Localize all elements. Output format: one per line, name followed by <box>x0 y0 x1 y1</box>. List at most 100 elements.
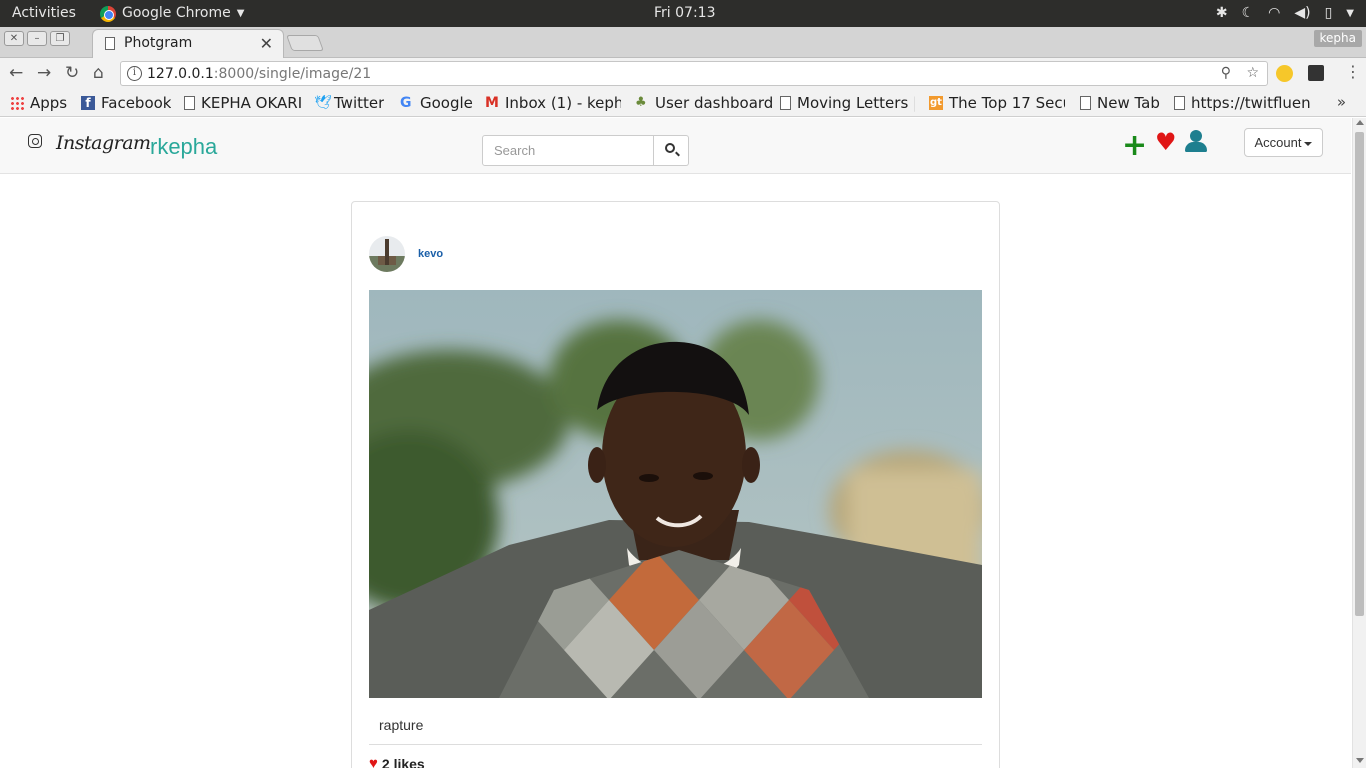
bookmark-label: Twitter <box>334 94 385 112</box>
likes-heart-icon[interactable]: ♥ <box>1155 128 1177 156</box>
bookmark-label: Facebook <box>101 94 172 112</box>
site-username[interactable]: rkepha <box>150 134 217 160</box>
gt-icon: gt <box>929 96 943 110</box>
chevron-down-icon: ▼ <box>236 8 245 19</box>
account-dropdown-button[interactable]: Account <box>1244 128 1323 157</box>
bookmark-twitfluence[interactable]: https://twitfluen <box>1174 94 1312 112</box>
bookmark-top-17[interactable]: gt The Top 17 Secur <box>929 94 1065 112</box>
volume-icon[interactable]: ◀) <box>1294 0 1310 27</box>
scroll-down-arrow-icon[interactable] <box>1356 758 1364 763</box>
home-icon[interactable]: ⌂ <box>93 63 104 83</box>
night-mode-moon-icon[interactable]: ☾ <box>1242 0 1255 27</box>
apps-grid-icon <box>10 96 24 110</box>
chrome-menu-icon[interactable]: ⋮ <box>1345 62 1361 81</box>
bookmark-label: Moving Letters | <box>797 94 915 112</box>
bookmarks-overflow-icon[interactable]: » <box>1337 93 1346 111</box>
avatar[interactable] <box>369 236 405 272</box>
forward-arrow-icon[interactable]: → <box>37 63 51 83</box>
battery-icon[interactable]: ▯ <box>1325 0 1333 27</box>
reload-icon[interactable]: ↻ <box>65 63 79 83</box>
bookmark-label: Inbox (1) - kepha <box>505 94 621 112</box>
gmail-icon: M <box>485 95 499 111</box>
bookmark-kepha-okari[interactable]: KEPHA OKARI <box>184 94 302 112</box>
page-icon <box>1080 96 1091 110</box>
search-button[interactable] <box>654 135 689 166</box>
window-close-icon[interactable]: ✕ <box>4 31 24 46</box>
page-icon <box>1174 96 1185 110</box>
browser-toolbar: ← → ↻ ⌂ i 127.0.0.1:8000/single/image/21… <box>0 58 1366 89</box>
window-controls: ✕ – ❐ <box>4 31 70 46</box>
bookmark-facebook[interactable]: f Facebook <box>81 94 171 112</box>
post-caption: rapture <box>379 717 424 733</box>
bookmark-label: The Top 17 Secur <box>949 94 1065 112</box>
page-icon <box>105 37 115 50</box>
window-restore-icon[interactable]: ❐ <box>50 31 70 46</box>
power-menu-chevron-icon[interactable]: ▼ <box>1346 0 1354 27</box>
bookmark-label: Google <box>420 94 473 112</box>
bookmark-new-tab[interactable]: New Tab <box>1080 94 1160 112</box>
bookmark-moving-letters[interactable]: Moving Letters | <box>780 94 915 112</box>
bookmark-inbox[interactable]: M Inbox (1) - kepha <box>485 94 621 112</box>
window-minimize-icon[interactable]: – <box>27 31 47 46</box>
chrome-icon <box>100 5 116 22</box>
url-text[interactable]: 127.0.0.1:8000/single/image/21 <box>147 66 371 82</box>
tab-title: Photgram <box>124 35 193 51</box>
wifi-icon[interactable]: ◠ <box>1268 0 1280 27</box>
search-icon <box>665 143 675 153</box>
bookmark-star-icon[interactable]: ☆ <box>1246 65 1259 81</box>
url-host: 127.0.0.1 <box>147 66 214 82</box>
search-form <box>482 135 689 166</box>
system-top-bar: Activities Google Chrome ▼ Fri 07:13 ✱ ☾… <box>0 0 1366 27</box>
bookmark-twitter[interactable]: 🕊 Twitter <box>314 94 384 112</box>
bookmark-apps[interactable]: Apps <box>10 94 67 112</box>
bookmark-label: New Tab <box>1097 94 1160 112</box>
account-label: Account <box>1254 135 1302 150</box>
address-bar[interactable]: i 127.0.0.1:8000/single/image/21 ⚲ ☆ <box>120 61 1268 86</box>
post-image[interactable] <box>369 290 982 698</box>
instagram-wordmark[interactable]: Instagram <box>56 132 151 154</box>
back-arrow-icon[interactable]: ← <box>9 63 23 83</box>
film-extension-icon[interactable] <box>1308 65 1324 81</box>
caret-down-icon <box>1304 141 1313 146</box>
instagram-glyph-icon[interactable] <box>28 134 42 148</box>
bookmark-google[interactable]: G Google <box>400 94 473 112</box>
system-tray[interactable]: ✱ ☾ ◠ ◀) ▯ ▼ <box>1216 0 1354 27</box>
tab-close-icon[interactable]: ✕ <box>260 34 273 53</box>
app-menu-label: Google Chrome <box>122 5 231 21</box>
post-author-link[interactable]: kevo <box>418 248 443 260</box>
site-navbar: Instagram rkepha + ♥ Account <box>0 118 1351 174</box>
profile-user-icon[interactable] <box>1184 130 1208 154</box>
new-tab-button[interactable] <box>286 35 324 51</box>
app-menu[interactable]: Google Chrome ▼ <box>100 0 244 27</box>
page-icon <box>184 96 195 110</box>
profile-button[interactable]: kepha <box>1313 30 1362 47</box>
scrollbar-thumb[interactable] <box>1355 132 1364 616</box>
tree-icon: ♣ <box>635 95 647 110</box>
tab-strip: ✕ – ❐ Photgram ✕ kepha <box>0 27 1366 58</box>
page-scrollbar[interactable] <box>1352 118 1366 768</box>
tab-photgram[interactable]: Photgram ✕ <box>92 29 284 58</box>
dark-reader-extension-icon[interactable] <box>1276 65 1293 82</box>
twitter-icon: 🕊 <box>314 95 332 111</box>
scroll-up-arrow-icon[interactable] <box>1356 120 1364 125</box>
bookmarks-bar: Apps f Facebook KEPHA OKARI 🕊 Twitter G Goo… <box>0 89 1366 117</box>
post-card: kevo rapture ♥ 2 likes <box>351 201 1000 768</box>
heart-icon[interactable]: ♥ <box>369 755 378 768</box>
bookmark-label: KEPHA OKARI <box>201 94 303 112</box>
facebook-icon: f <box>81 96 95 110</box>
clock[interactable]: Fri 07:13 <box>654 0 715 27</box>
bookmark-user-dashboard[interactable]: ♣ User dashboard <box>635 94 773 112</box>
bookmark-label: https://twitfluen <box>1191 94 1311 112</box>
likes-row[interactable]: ♥ 2 likes <box>369 755 425 768</box>
search-input[interactable] <box>482 135 654 166</box>
url-path: :8000/single/image/21 <box>213 66 372 82</box>
activities-button[interactable]: Activities <box>12 0 76 27</box>
page-icon <box>780 96 791 110</box>
add-post-plus-icon[interactable]: + <box>1122 131 1147 161</box>
settings-gear-icon[interactable]: ✱ <box>1216 0 1228 27</box>
divider <box>369 744 982 745</box>
bookmark-label: Apps <box>30 94 68 112</box>
zoom-magnifier-icon[interactable]: ⚲ <box>1221 65 1231 81</box>
web-page: Instagram rkepha + ♥ Account kevo <box>0 118 1352 768</box>
site-info-icon[interactable]: i <box>127 66 142 81</box>
